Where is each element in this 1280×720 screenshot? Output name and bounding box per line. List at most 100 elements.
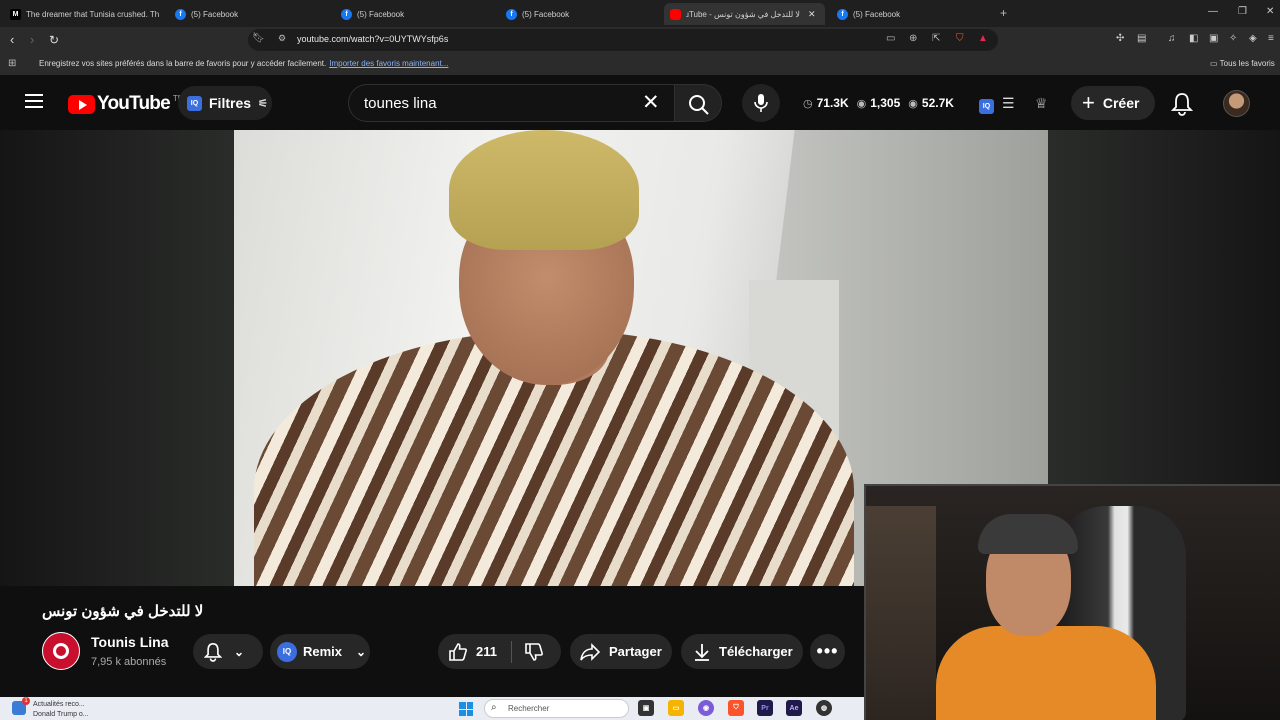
plus-icon: + bbox=[1082, 90, 1095, 115]
bell-icon bbox=[204, 642, 222, 662]
brave-shield-icon[interactable]: ⛉ bbox=[956, 33, 964, 44]
iq-extension-icon[interactable]: IQ bbox=[979, 95, 994, 114]
brave-browser-icon[interactable]: ⛉ bbox=[728, 700, 744, 716]
forward-icon[interactable]: › bbox=[30, 32, 34, 48]
youtube-icon bbox=[670, 8, 681, 20]
youtube-logo[interactable]: YouTube TN bbox=[68, 93, 184, 115]
close-tab-icon[interactable]: ✕ bbox=[808, 9, 816, 20]
all-favorites[interactable]: ▭ Tous les favoris bbox=[1210, 59, 1275, 68]
webcam-shelf bbox=[866, 506, 936, 720]
minimize-icon[interactable]: — bbox=[1208, 6, 1218, 17]
close-window-icon[interactable]: ✕ bbox=[1266, 6, 1274, 17]
discord-icon[interactable]: ◉ bbox=[698, 700, 714, 716]
create-button[interactable]: + Créer bbox=[1071, 86, 1155, 120]
channel-avatar[interactable] bbox=[42, 632, 80, 670]
dislike-button[interactable] bbox=[524, 642, 544, 662]
medium-icon: M bbox=[10, 8, 21, 20]
browser-tab-strip: M The dreamer that Tunisia crushed. Th f… bbox=[0, 0, 1280, 27]
brave-rewards-icon[interactable]: ▲ bbox=[978, 33, 988, 44]
file-explorer-icon[interactable]: ▭ bbox=[668, 700, 684, 716]
windows-start-icon[interactable] bbox=[459, 702, 473, 716]
tab-youtube-active[interactable]: لا للتدخل في شؤون تونس - YouTube ✕ bbox=[664, 3, 825, 25]
search-icon bbox=[689, 95, 709, 115]
stat-recent-views: 71.3K bbox=[816, 96, 849, 110]
voice-search-button[interactable] bbox=[742, 84, 780, 122]
webcam-person-hoodie bbox=[936, 626, 1156, 720]
share-icon bbox=[580, 642, 601, 661]
clear-search-icon[interactable]: ✕ bbox=[642, 90, 660, 115]
after-effects-icon[interactable]: Ae bbox=[786, 700, 802, 716]
news-line-2: Donald Trump o... bbox=[33, 711, 89, 718]
eye-icon: ◉ bbox=[856, 97, 867, 110]
tab-title: The dreamer that Tunisia crushed. Th bbox=[26, 9, 160, 19]
notifications-bell-icon[interactable] bbox=[1171, 92, 1193, 116]
like-dislike-group: 211 bbox=[438, 634, 561, 669]
user-avatar[interactable] bbox=[1223, 90, 1250, 117]
tab-title: (5) Facebook bbox=[853, 9, 901, 19]
site-info-icon[interactable]: ⚙ bbox=[278, 33, 286, 44]
cast-icon[interactable]: ▭ bbox=[886, 33, 895, 44]
bookmark-icon[interactable]: 🔖︎ bbox=[252, 33, 265, 44]
stat-total-views: 52.7K bbox=[921, 96, 954, 110]
more-actions-button[interactable]: ••• bbox=[810, 634, 845, 669]
facebook-icon: f bbox=[506, 8, 517, 20]
search-input[interactable]: tounes lina ✕ bbox=[348, 84, 674, 122]
panel-icon[interactable]: ◧ bbox=[1189, 33, 1198, 44]
task-view-icon[interactable]: ▣ bbox=[638, 700, 654, 716]
list-icon[interactable]: ☰ bbox=[1002, 95, 1015, 112]
import-bookmarks-link[interactable]: Importer des favoris maintenant... bbox=[329, 59, 448, 68]
wallet-icon[interactable]: ▣ bbox=[1209, 33, 1218, 44]
taskbar-search[interactable]: ⌕ Rechercher bbox=[484, 699, 629, 718]
remix-button[interactable]: IQ Remix ⌄ bbox=[270, 634, 370, 669]
search-button[interactable] bbox=[674, 84, 722, 122]
menu-icon[interactable]: ≡ bbox=[1268, 33, 1274, 44]
search-icon: ⌕ bbox=[491, 702, 497, 713]
more-icon: ••• bbox=[816, 641, 839, 661]
trophy-icon[interactable]: ♕ bbox=[1035, 95, 1048, 112]
news-widget[interactable]: Actualités reco... Donald Trump o... bbox=[33, 700, 89, 720]
music-icon[interactable]: ♫ bbox=[1168, 33, 1176, 44]
new-tab-icon[interactable]: + bbox=[1000, 6, 1007, 20]
leo-icon[interactable]: ✧ bbox=[1229, 33, 1237, 44]
search-value: tounes lina bbox=[364, 95, 437, 112]
maximize-icon[interactable]: ❐ bbox=[1238, 6, 1247, 17]
like-button[interactable]: 211 bbox=[448, 642, 497, 662]
download-button[interactable]: Télécharger bbox=[681, 634, 803, 669]
address-bar[interactable]: 🔖︎ ⚙ youtube.com/watch?v=0UYTWYsfp6s ▭ ⊕… bbox=[248, 29, 998, 51]
folder-icon: ▭ bbox=[1210, 59, 1220, 68]
tab-facebook-4[interactable]: f (5) Facebook bbox=[837, 3, 987, 25]
taskbar-search-placeholder: Rechercher bbox=[508, 704, 550, 713]
webcam-person-cap bbox=[978, 514, 1078, 554]
obs-icon[interactable]: ◍ bbox=[816, 700, 832, 716]
zoom-icon[interactable]: ⊕ bbox=[909, 33, 917, 44]
tab-title: (5) Facebook bbox=[357, 9, 405, 19]
filters-button[interactable]: IQ Filtres ⚟ bbox=[178, 86, 272, 120]
back-icon[interactable]: ‹ bbox=[10, 32, 14, 48]
apps-grid-icon[interactable]: ⊞ bbox=[8, 58, 16, 69]
eye-icon: ◉ bbox=[908, 97, 918, 110]
channel-name[interactable]: Tounis Lina bbox=[91, 634, 169, 650]
vpn-icon[interactable]: ◈ bbox=[1249, 33, 1257, 44]
hamburger-menu-icon[interactable] bbox=[25, 94, 43, 112]
extensions-icon[interactable]: ✣ bbox=[1116, 33, 1124, 44]
tab-facebook-2[interactable]: f (5) Facebook bbox=[341, 3, 491, 25]
download-icon bbox=[695, 643, 709, 661]
sliders-icon: ⚟ bbox=[258, 97, 268, 110]
premiere-pro-icon[interactable]: Pr bbox=[757, 700, 773, 716]
tab-medium[interactable]: M The dreamer that Tunisia crushed. Th bbox=[10, 3, 160, 25]
tab-facebook-3[interactable]: f (5) Facebook bbox=[506, 3, 656, 25]
sidebar-icon[interactable]: ▤ bbox=[1137, 33, 1146, 44]
share-label: Partager bbox=[609, 644, 662, 659]
stat-viewers: 1,305 bbox=[870, 96, 901, 110]
youtube-wordmark: YouTube bbox=[97, 93, 171, 114]
facebook-icon: f bbox=[837, 8, 848, 20]
windows-taskbar: 1 Actualités reco... Donald Trump o... ⌕… bbox=[0, 697, 864, 720]
tab-title: لا للتدخل في شؤون تونس - YouTube bbox=[686, 9, 800, 19]
microphone-icon bbox=[754, 94, 768, 112]
reload-icon[interactable]: ↻ bbox=[49, 32, 59, 48]
thumbs-up-icon bbox=[449, 642, 467, 661]
share-page-icon[interactable]: ⇱ bbox=[932, 33, 940, 44]
subscription-bell-button[interactable]: ⌄ bbox=[193, 634, 263, 669]
share-button[interactable]: Partager bbox=[570, 634, 672, 669]
tab-facebook-1[interactable]: f (5) Facebook bbox=[175, 3, 325, 25]
